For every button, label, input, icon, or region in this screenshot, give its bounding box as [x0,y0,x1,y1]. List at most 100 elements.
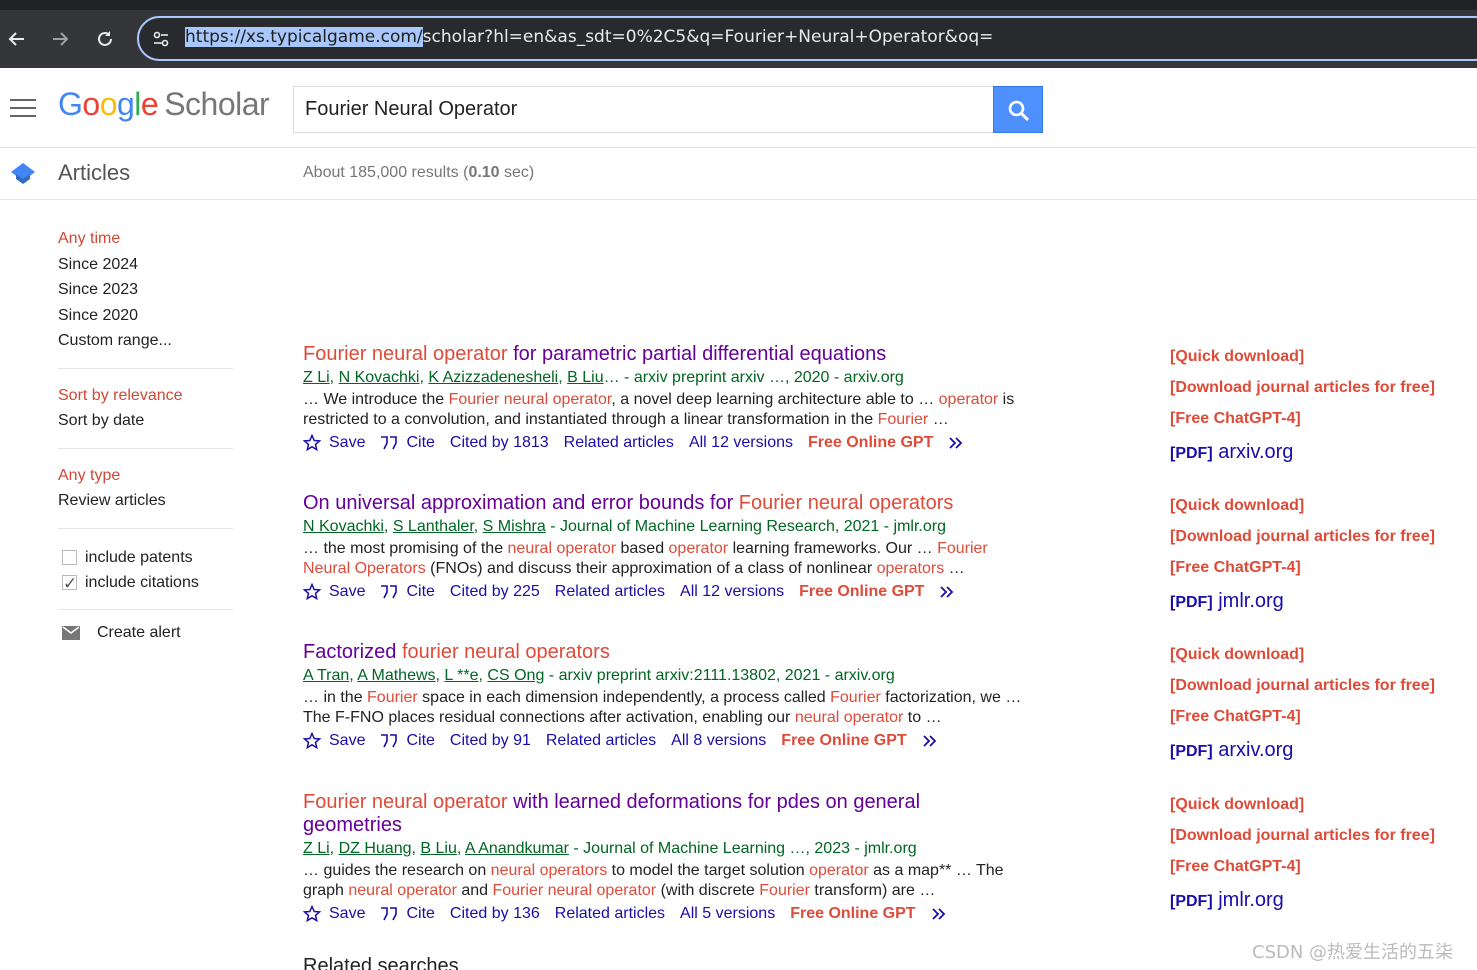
download-journal-link[interactable]: [Download journal articles for free] [1170,527,1470,547]
search-input[interactable] [294,87,974,132]
include-citations-checkbox[interactable] [62,571,77,596]
save-link[interactable]: Save [329,432,365,454]
pdf-link[interactable]: [PDF] arxiv.org [1170,440,1470,466]
free-chatgpt-link[interactable]: [Free ChatGPT-4] [1170,857,1470,877]
forward-icon[interactable] [45,24,75,54]
author-link[interactable]: A Anandkumar [465,840,569,857]
cite-link[interactable]: Cite [406,581,434,603]
result-title[interactable]: Factorized fourier neural operators [303,641,1023,664]
author-link[interactable]: Z Li [303,369,330,386]
author-link[interactable]: A Tran [303,667,349,684]
author-link[interactable]: L **e [444,667,478,684]
author-link[interactable]: A Mathews [357,667,435,684]
download-journal-link[interactable]: [Download journal articles for free] [1170,826,1470,846]
download-journal-link[interactable]: [Download journal articles for free] [1170,676,1470,696]
quote-icon[interactable] [380,733,398,749]
free-online-gpt-link[interactable]: Free Online GPT [799,581,924,603]
author-link[interactable]: S Mishra [483,518,546,535]
result-title[interactable]: Fourier neural operator with learned def… [303,791,983,837]
download-journal-link[interactable]: [Download journal articles for free] [1170,378,1470,398]
filter-since-2024[interactable]: Since 2024 [58,252,233,278]
filter-review-articles[interactable]: Review articles [58,488,233,514]
filter-since-2020[interactable]: Since 2020 [58,303,233,329]
all-versions-link[interactable]: All 8 versions [671,730,766,752]
reload-icon[interactable] [90,24,120,54]
result-title[interactable]: Fourier neural operator for parametric p… [303,343,1023,366]
free-online-gpt-link[interactable]: Free Online GPT [790,903,915,925]
address-bar[interactable]: https://xs.typicalgame.com/scholar?hl=en… [137,16,1477,61]
filter-since-2023[interactable]: Since 2023 [58,277,233,303]
more-chevrons-icon[interactable] [939,585,959,599]
quote-icon[interactable] [380,584,398,600]
quote-icon[interactable] [380,435,398,451]
snippet-text: … in the [303,689,368,706]
author-link[interactable]: K Azizzadenesheli [428,369,558,386]
sort-by-date[interactable]: Sort by date [58,408,233,434]
related-articles-link[interactable]: Related articles [564,432,674,454]
include-patents-row[interactable]: include patents [58,545,233,570]
more-chevrons-icon[interactable] [931,907,951,921]
cited-by-link[interactable]: Cited by 1813 [450,432,549,454]
filter-any-time[interactable]: Any time [58,226,233,252]
author-link[interactable]: N Kovachki [303,518,384,535]
author-link[interactable]: DZ Huang [339,840,412,857]
include-citations-row[interactable]: include citations [58,570,233,596]
author-link[interactable]: B Liu [420,840,456,857]
result-title[interactable]: On universal approximation and error bou… [303,492,1023,515]
author-link[interactable]: N Kovachki [339,369,420,386]
free-chatgpt-link[interactable]: [Free ChatGPT-4] [1170,558,1470,578]
articles-label[interactable]: Articles [58,160,130,186]
all-versions-link[interactable]: All 12 versions [680,581,784,603]
free-chatgpt-link[interactable]: [Free ChatGPT-4] [1170,707,1470,727]
related-articles-link[interactable]: Related articles [546,730,656,752]
url-text[interactable]: https://xs.typicalgame.com/scholar?hl=en… [185,27,993,47]
url-rest: scholar?hl=en&as_sdt=0%2C5&q=Fourier+Neu… [422,27,994,47]
pdf-link[interactable]: [PDF] jmlr.org [1170,888,1470,914]
filter-custom-range[interactable]: Custom range... [58,328,233,354]
include-patents-checkbox[interactable] [62,549,77,565]
quote-icon[interactable] [380,906,398,922]
menu-icon[interactable] [10,99,36,117]
more-chevrons-icon[interactable] [922,734,942,748]
sort-by-relevance[interactable]: Sort by relevance [58,383,233,409]
quick-download-link[interactable]: [Quick download] [1170,347,1470,367]
site-settings-icon[interactable] [151,29,171,49]
pdf-link[interactable]: [PDF] arxiv.org [1170,738,1470,764]
save-link[interactable]: Save [329,730,365,752]
star-icon[interactable] [303,434,321,452]
search-button[interactable] [993,86,1043,133]
search-box [293,86,993,133]
google-scholar-logo[interactable]: Google Scholar [58,86,270,123]
quick-download-link[interactable]: [Quick download] [1170,645,1470,665]
free-online-gpt-link[interactable]: Free Online GPT [808,432,933,454]
all-versions-link[interactable]: All 5 versions [680,903,775,925]
filter-any-type[interactable]: Any type [58,463,233,489]
save-link[interactable]: Save [329,903,365,925]
author-link[interactable]: CS Ong [487,667,544,684]
star-icon[interactable] [303,583,321,601]
cited-by-link[interactable]: Cited by 225 [450,581,540,603]
quick-download-link[interactable]: [Quick download] [1170,795,1470,815]
all-versions-link[interactable]: All 12 versions [689,432,793,454]
related-articles-link[interactable]: Related articles [555,581,665,603]
related-articles-link[interactable]: Related articles [555,903,665,925]
cite-link[interactable]: Cite [406,730,434,752]
author-link[interactable]: S Lanthaler [393,518,474,535]
snippet-text: , a novel deep learning architecture abl… [611,391,939,408]
quick-download-link[interactable]: [Quick download] [1170,496,1470,516]
author-link[interactable]: B Liu [567,369,603,386]
star-icon[interactable] [303,905,321,923]
back-icon[interactable] [2,24,32,54]
free-online-gpt-link[interactable]: Free Online GPT [781,730,906,752]
pdf-link[interactable]: [PDF] jmlr.org [1170,589,1470,615]
cite-link[interactable]: Cite [406,903,434,925]
create-alert-button[interactable]: Create alert [58,624,233,642]
cited-by-link[interactable]: Cited by 91 [450,730,531,752]
cite-link[interactable]: Cite [406,432,434,454]
cited-by-link[interactable]: Cited by 136 [450,903,540,925]
save-link[interactable]: Save [329,581,365,603]
author-link[interactable]: Z Li [303,840,330,857]
free-chatgpt-link[interactable]: [Free ChatGPT-4] [1170,409,1470,429]
more-chevrons-icon[interactable] [948,436,968,450]
star-icon[interactable] [303,732,321,750]
